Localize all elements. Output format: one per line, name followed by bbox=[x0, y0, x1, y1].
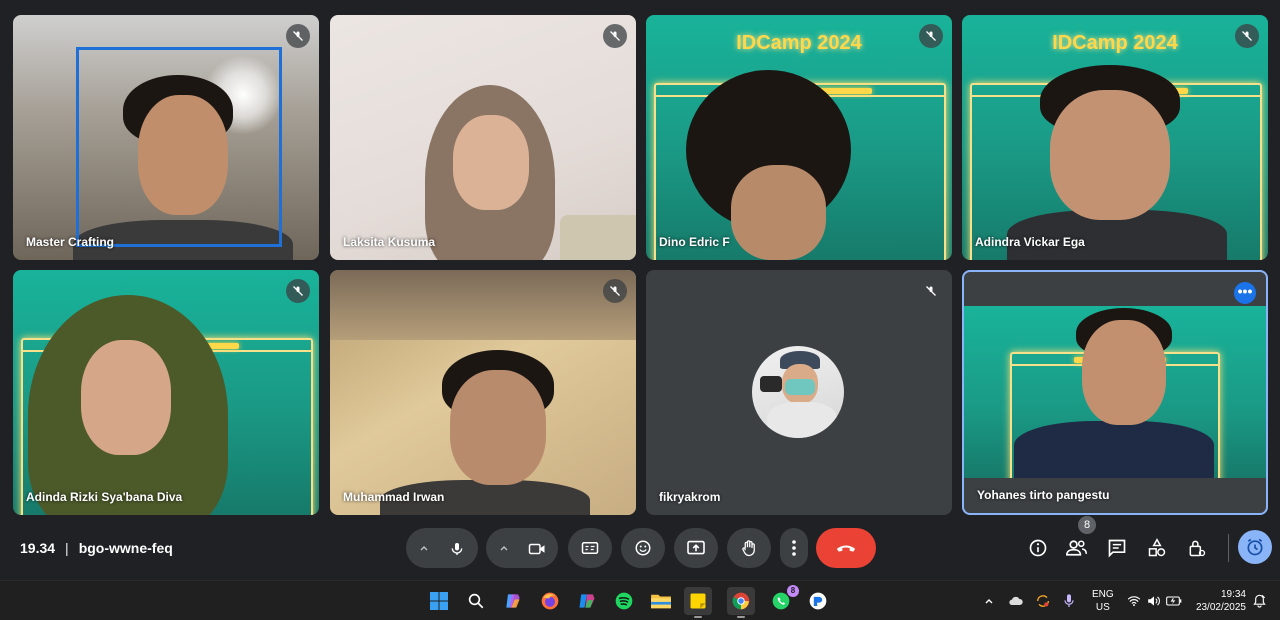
participant-video bbox=[646, 15, 952, 260]
volume-icon[interactable] bbox=[1144, 587, 1164, 615]
camera-icon[interactable] bbox=[526, 538, 548, 560]
language-code: ENG bbox=[1092, 589, 1114, 600]
avatar bbox=[752, 346, 844, 438]
participant-tile[interactable]: Laksita Kusuma bbox=[330, 15, 636, 260]
participant-video bbox=[964, 306, 1266, 478]
chat-icon[interactable] bbox=[1104, 535, 1130, 561]
more-options-icon[interactable]: ••• bbox=[1234, 282, 1256, 304]
participant-tile[interactable]: Master Crafting bbox=[13, 15, 319, 260]
mic-off-icon bbox=[603, 24, 627, 48]
chevron-up-icon[interactable] bbox=[416, 540, 432, 556]
sticky-notes-icon[interactable] bbox=[684, 587, 712, 618]
mic-group bbox=[406, 528, 478, 568]
onedrive-icon[interactable] bbox=[1004, 587, 1028, 615]
meet-window: Master Crafting Laksita Kusuma IDCamp 20… bbox=[0, 0, 1280, 580]
control-bar: 19.34 | bgo-wwne-feq 8 bbox=[0, 516, 1280, 580]
file-explorer-icon[interactable] bbox=[647, 587, 675, 615]
camera-group bbox=[486, 528, 558, 568]
people-icon[interactable]: 8 bbox=[1064, 516, 1096, 561]
emoji-icon[interactable] bbox=[621, 528, 665, 568]
mic-off-icon bbox=[919, 24, 943, 48]
participant-name: Adindra Vickar Ega bbox=[975, 235, 1085, 249]
active-indicator bbox=[737, 616, 745, 618]
chevron-up-icon[interactable] bbox=[978, 587, 1000, 615]
participant-video bbox=[962, 15, 1268, 260]
meeting-info: 19.34 | bgo-wwne-feq bbox=[20, 540, 173, 556]
participant-name: Master Crafting bbox=[26, 235, 115, 249]
host-controls-icon[interactable] bbox=[1184, 535, 1210, 561]
divider bbox=[1228, 534, 1229, 562]
present-icon[interactable] bbox=[674, 528, 718, 568]
participant-tile[interactable]: IDCamp 2024 Dino Edric F bbox=[646, 15, 952, 260]
spotify-icon[interactable] bbox=[610, 587, 638, 615]
participant-video bbox=[13, 270, 319, 515]
participant-tile[interactable]: IDCamp 2024 Adindra Vickar Ega bbox=[962, 15, 1268, 260]
mic-icon[interactable] bbox=[446, 538, 468, 560]
battery-icon[interactable] bbox=[1164, 587, 1184, 615]
system-clock[interactable]: 19:34 23/02/2025 bbox=[1196, 588, 1246, 614]
whatsapp-icon[interactable]: 8 bbox=[767, 585, 799, 615]
app-icon[interactable] bbox=[804, 587, 832, 615]
participant-name: Adinda Rizki Sya'bana Diva bbox=[26, 490, 183, 504]
mic-off-icon bbox=[286, 24, 310, 48]
wifi-icon[interactable] bbox=[1124, 587, 1144, 615]
notification-badge: 8 bbox=[787, 585, 799, 597]
meeting-time: 19.34 bbox=[20, 540, 56, 556]
active-indicator bbox=[694, 616, 702, 618]
chevron-up-icon[interactable] bbox=[496, 540, 512, 556]
meeting-code: bgo-wwne-feq bbox=[78, 540, 173, 556]
end-call-icon[interactable] bbox=[816, 528, 876, 568]
participant-tile[interactable]: Muhammad Irwan bbox=[330, 270, 636, 515]
more-options-icon[interactable] bbox=[780, 528, 808, 568]
copilot-icon[interactable] bbox=[499, 587, 527, 615]
mic-off-icon bbox=[919, 279, 943, 303]
mic-off-icon bbox=[603, 279, 627, 303]
participant-name: fikryakrom bbox=[659, 490, 721, 504]
language-indicator[interactable]: ENG US bbox=[1092, 588, 1114, 614]
mic-off-icon bbox=[1235, 24, 1259, 48]
face-detection-box bbox=[76, 47, 282, 247]
participant-tile[interactable]: Adinda Rizki Sya'bana Diva bbox=[13, 270, 319, 515]
participant-tile-self[interactable]: ••• Yohanes tirto pangestu bbox=[962, 270, 1268, 515]
participant-name: Dino Edric F bbox=[659, 235, 730, 249]
timer-icon[interactable] bbox=[1238, 530, 1272, 564]
mic-off-icon bbox=[286, 279, 310, 303]
participant-name: Muhammad Irwan bbox=[343, 490, 445, 504]
search-icon[interactable] bbox=[462, 587, 490, 615]
microphone-icon[interactable] bbox=[1057, 587, 1081, 615]
participant-video bbox=[330, 270, 636, 515]
separator: | bbox=[65, 540, 69, 556]
meeting-details-icon[interactable] bbox=[1025, 535, 1051, 561]
raise-hand-icon[interactable] bbox=[727, 528, 771, 568]
chrome-icon[interactable] bbox=[727, 587, 755, 618]
participant-name: Laksita Kusuma bbox=[343, 235, 436, 249]
region-code: US bbox=[1095, 602, 1110, 613]
participant-video bbox=[330, 15, 636, 260]
activities-icon[interactable] bbox=[1144, 535, 1170, 561]
clock-date: 23/02/2025 bbox=[1195, 602, 1246, 613]
windows-start-icon[interactable] bbox=[425, 587, 453, 615]
taskbar: 8 ENG US 19:34 23/02/2025 bbox=[0, 580, 1280, 620]
microsoft-365-copilot-icon[interactable] bbox=[573, 587, 601, 615]
firefox-icon[interactable] bbox=[536, 587, 564, 615]
captions-icon[interactable] bbox=[568, 528, 612, 568]
notification-bell-icon[interactable] bbox=[1250, 587, 1268, 615]
people-count-badge: 8 bbox=[1078, 516, 1096, 534]
sync-icon[interactable] bbox=[1031, 587, 1055, 615]
clock-time: 19:34 bbox=[1220, 589, 1246, 600]
participant-name: Yohanes tirto pangestu bbox=[977, 488, 1110, 502]
participant-tile[interactable]: fikryakrom bbox=[646, 270, 952, 515]
